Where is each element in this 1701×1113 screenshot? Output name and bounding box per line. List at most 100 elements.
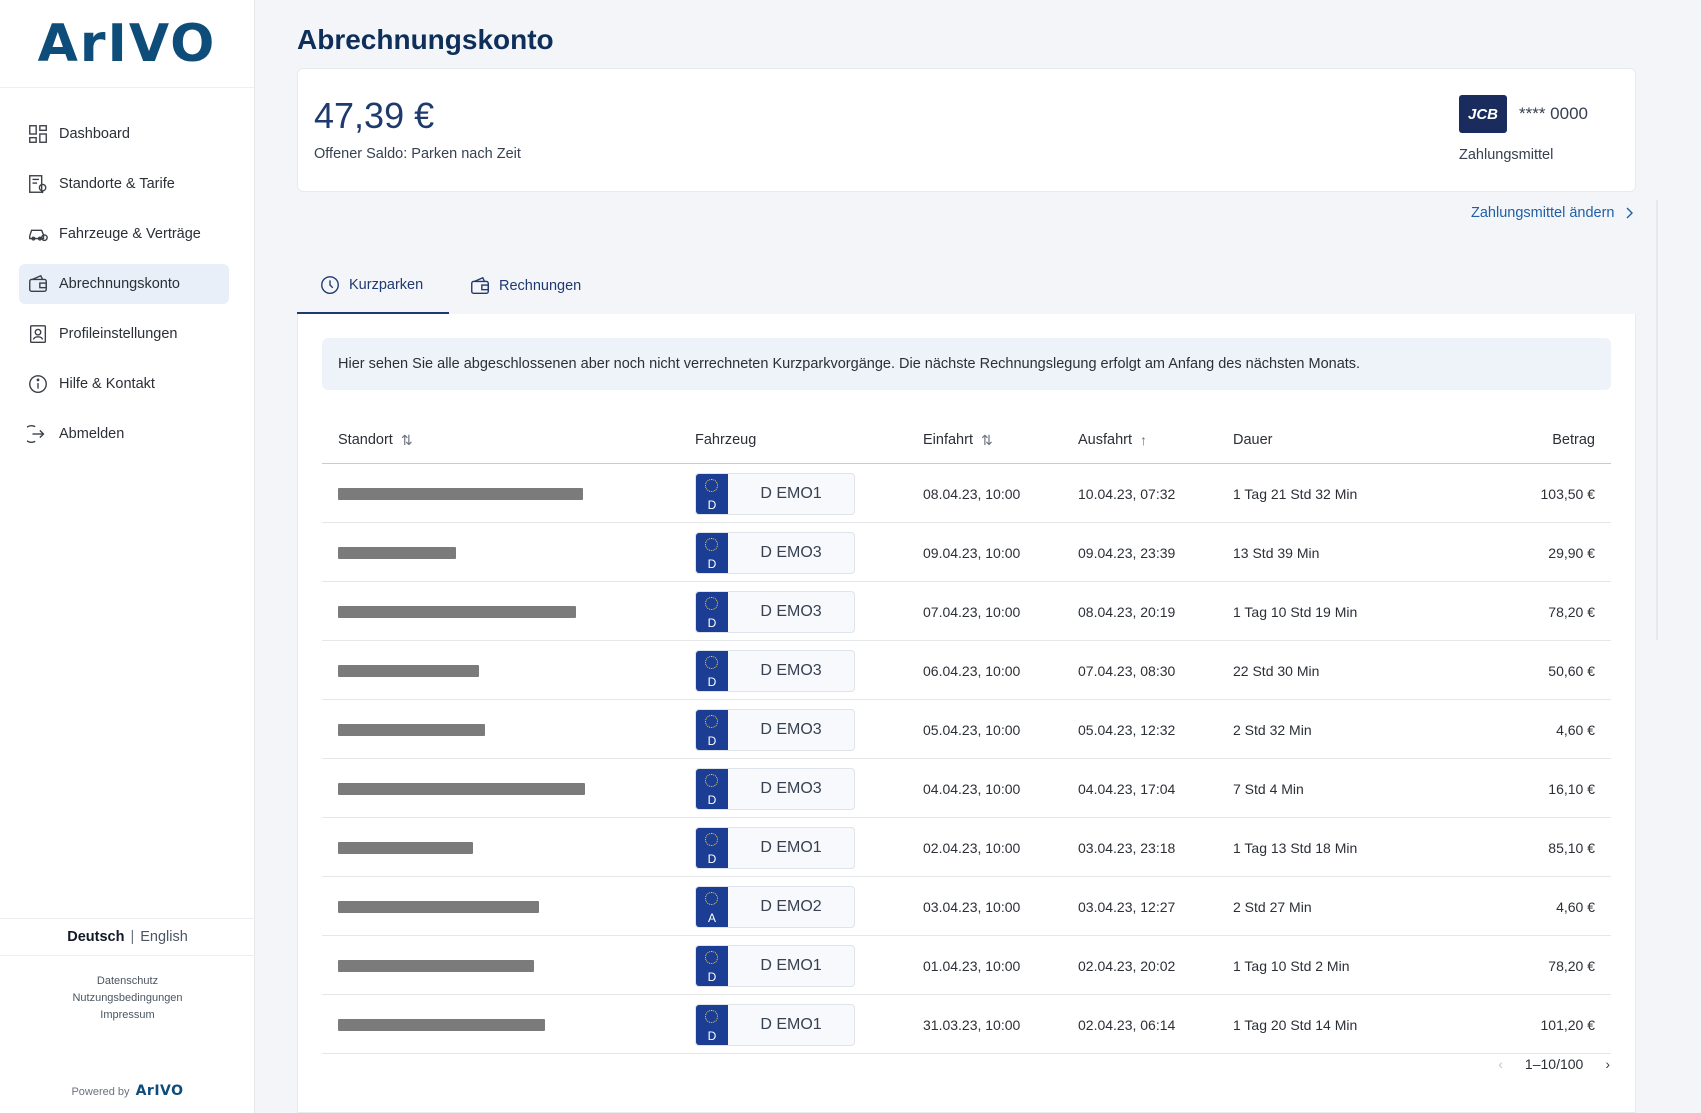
info-notice: Hier sehen Sie alle abgeschlossenen aber… <box>322 338 1611 390</box>
eu-band-icon: A <box>696 886 728 927</box>
info-icon <box>27 373 49 395</box>
page-title: Abrechnungskonto <box>297 24 554 55</box>
vehicle-cell: D D EMO3 <box>695 759 855 818</box>
license-plate: D D EMO3 <box>695 531 855 574</box>
sidebar-item-hilfe[interactable]: Hilfe & Kontakt <box>19 364 229 404</box>
license-plate: A D EMO2 <box>695 885 855 928</box>
vehicle-cell: D D EMO3 <box>695 641 855 700</box>
location-cell <box>338 818 473 877</box>
license-plate: D D EMO3 <box>695 649 855 692</box>
lang-english[interactable]: English <box>140 929 188 945</box>
table-row[interactable]: D D EMO3 07.04.23, 10:00 08.04.23, 20:19 1 T… <box>322 582 1611 641</box>
lang-deutsch[interactable]: Deutsch <box>67 929 124 945</box>
table-row[interactable]: D D EMO1 31.03.23, 10:00 02.04.23, 06:14 1 T… <box>322 995 1611 1054</box>
license-plate: D D EMO3 <box>695 708 855 751</box>
header-einfahrt[interactable]: Einfahrt ⇅ <box>923 416 993 464</box>
location-tariff-icon <box>27 173 49 195</box>
plate-number: D EMO3 <box>760 779 822 797</box>
table-row[interactable]: D D EMO1 08.04.23, 10:00 10.04.23, 07:32 1 T… <box>322 464 1611 523</box>
sort-ascending-icon[interactable]: ↑ <box>1140 432 1147 448</box>
entry-time-cell: 02.04.23, 10:00 <box>923 839 1021 856</box>
prev-page-button[interactable]: ‹ <box>1498 1056 1503 1072</box>
sort-icon[interactable]: ⇅ <box>401 432 413 449</box>
country-code: D <box>707 674 717 689</box>
clock-icon <box>319 274 341 296</box>
sidebar-item-label: Profileinstellungen <box>59 326 178 342</box>
tab-rechnungen[interactable]: Rechnungen <box>469 258 581 314</box>
change-payment-link[interactable]: Zahlungsmittel ändern <box>1471 205 1634 221</box>
location-cell <box>338 700 485 759</box>
privacy-link[interactable]: Datenschutz <box>0 973 255 990</box>
entry-time-cell: 08.04.23, 10:00 <box>923 485 1021 502</box>
header-standort[interactable]: Standort ⇅ <box>338 416 413 464</box>
logout-icon <box>27 423 49 445</box>
page-range: 1–10/100 <box>1524 1056 1584 1072</box>
entry-time-cell: 07.04.23, 10:00 <box>923 603 1021 620</box>
sidebar-item-fahrzeuge[interactable]: Fahrzeuge & Verträge <box>19 214 229 254</box>
sort-icon[interactable]: ⇅ <box>981 432 993 449</box>
imprint-link[interactable]: Impressum <box>0 1007 255 1024</box>
chevron-right-icon <box>1626 207 1634 219</box>
next-page-button[interactable]: › <box>1605 1056 1610 1072</box>
header-label: Standort <box>338 432 393 448</box>
arivo-logo[interactable]: ArIVO <box>38 18 217 70</box>
sidebar-item-label: Fahrzeuge & Verträge <box>59 226 201 242</box>
header-label: Ausfahrt <box>1078 432 1132 448</box>
plate-number: D EMO3 <box>760 602 822 620</box>
sidebar-item-abmelden[interactable]: Abmelden <box>19 414 229 454</box>
redacted-location <box>338 723 485 736</box>
logo-area: ArIVO <box>0 0 254 88</box>
duration-cell: 2 Std 32 Min <box>1233 721 1312 738</box>
scroll-track <box>1656 200 1658 640</box>
table-row[interactable]: D D EMO3 04.04.23, 10:00 04.04.23, 17:04 7 S… <box>322 759 1611 818</box>
table-row[interactable]: D D EMO3 09.04.23, 10:00 09.04.23, 23:39 13 … <box>322 523 1611 582</box>
license-plate: D D EMO1 <box>695 1003 855 1046</box>
sidebar-item-dashboard[interactable]: Dashboard <box>19 114 229 154</box>
tab-label: Kurzparken <box>349 277 424 293</box>
redacted-location <box>338 487 583 500</box>
header-ausfahrt[interactable]: Ausfahrt ↑ <box>1078 416 1147 464</box>
sidebar: ArIVO Dashboard Standorte & Tarife Fahrz… <box>0 0 255 1113</box>
license-plate: D D EMO1 <box>695 944 855 987</box>
sidebar-item-abrechnungskonto[interactable]: Abrechnungskonto <box>19 264 229 304</box>
entry-time-cell: 01.04.23, 10:00 <box>923 957 1021 974</box>
redacted-location <box>338 664 479 677</box>
eu-stars-icon <box>705 891 718 905</box>
redacted-location <box>338 841 473 854</box>
eu-band-icon: D <box>696 532 728 573</box>
plate-number: D EMO1 <box>760 484 822 502</box>
exit-time-cell: 02.04.23, 20:02 <box>1078 957 1176 974</box>
country-code: D <box>707 792 717 807</box>
balance-amount: 47,39 € <box>314 95 435 136</box>
amount-cell: 78,20 € <box>1548 603 1595 620</box>
dashboard-icon <box>27 123 49 145</box>
table-row[interactable]: D D EMO3 05.04.23, 10:00 05.04.23, 12:32 2 S… <box>322 700 1611 759</box>
amount-cell: 29,90 € <box>1548 544 1595 561</box>
eu-stars-icon <box>705 773 718 787</box>
sidebar-item-standorte[interactable]: Standorte & Tarife <box>19 164 229 204</box>
table-row[interactable]: A D EMO2 03.04.23, 10:00 03.04.23, 12:27 2 S… <box>322 877 1611 936</box>
terms-link[interactable]: Nutzungsbedingungen <box>0 990 255 1007</box>
sidebar-item-label: Abmelden <box>59 426 125 442</box>
exit-time-cell: 09.04.23, 23:39 <box>1078 544 1176 561</box>
header-betrag: Betrag <box>1552 416 1595 464</box>
tab-kurzparken[interactable]: Kurzparken <box>297 258 449 314</box>
country-code: D <box>707 1028 717 1043</box>
country-code: D <box>707 969 717 984</box>
wallet-icon <box>469 275 491 297</box>
sidebar-item-profil[interactable]: Profileinstellungen <box>19 314 229 354</box>
eu-band-icon: D <box>696 827 728 868</box>
parking-table: Standort ⇅ Fahrzeug Einfahrt ⇅ Ausfahrt … <box>322 416 1611 1054</box>
exit-time-cell: 07.04.23, 08:30 <box>1078 662 1176 679</box>
table-row[interactable]: D D EMO1 02.04.23, 10:00 03.04.23, 23:18 1 T… <box>322 818 1611 877</box>
amount-cell: 78,20 € <box>1548 957 1595 974</box>
exit-time-cell: 04.04.23, 17:04 <box>1078 780 1176 797</box>
table-row[interactable]: D D EMO1 01.04.23, 10:00 02.04.23, 20:02 1 T… <box>322 936 1611 995</box>
vehicle-cell: D D EMO3 <box>695 582 855 641</box>
table-row[interactable]: D D EMO3 06.04.23, 10:00 07.04.23, 08:30 22 … <box>322 641 1611 700</box>
duration-cell: 2 Std 27 Min <box>1233 898 1312 915</box>
location-cell <box>338 877 539 936</box>
entry-time-cell: 31.03.23, 10:00 <box>923 1016 1021 1033</box>
vehicle-cell: A D EMO2 <box>695 877 855 936</box>
location-cell <box>338 641 479 700</box>
